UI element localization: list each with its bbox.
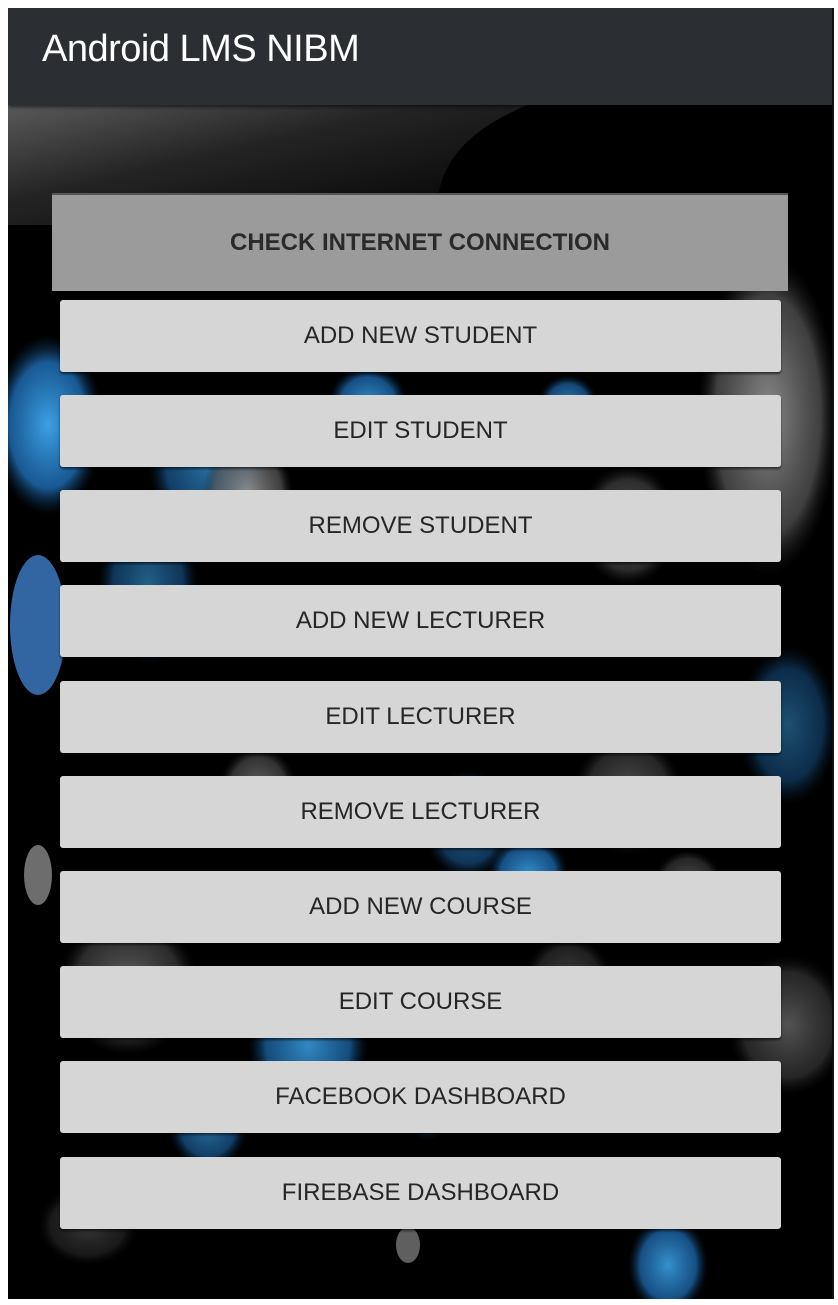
remove-student-button[interactable]: REMOVE STUDENT — [60, 490, 781, 562]
edit-student-label: EDIT STUDENT — [333, 417, 508, 444]
add-new-student-button[interactable]: ADD NEW STUDENT — [60, 300, 781, 372]
edit-student-button[interactable]: EDIT STUDENT — [60, 395, 781, 467]
facebook-dashboard-button[interactable]: FACEBOOK DASHBOARD — [60, 1061, 781, 1133]
remove-student-label: REMOVE STUDENT — [308, 512, 533, 539]
edit-course-label: EDIT COURSE — [338, 988, 503, 1015]
firebase-dashboard-label: FIREBASE DASHBOARD — [281, 1179, 560, 1206]
add-new-lecturer-label: ADD NEW LECTURER — [295, 607, 546, 634]
edit-course-button[interactable]: EDIT COURSE — [60, 966, 781, 1038]
edit-lecturer-button[interactable]: EDIT LECTURER — [60, 681, 781, 753]
add-new-lecturer-button[interactable]: ADD NEW LECTURER — [60, 585, 781, 657]
phone-screen: Android LMS NIBM CHECK INTERNET CONNECTI… — [8, 8, 834, 1299]
firebase-dashboard-button[interactable]: FIREBASE DASHBOARD — [60, 1157, 781, 1229]
remove-lecturer-label: REMOVE LECTURER — [300, 798, 541, 825]
add-new-course-button[interactable]: ADD NEW COURSE — [60, 871, 781, 943]
facebook-dashboard-label: FACEBOOK DASHBOARD — [275, 1083, 566, 1110]
check-internet-connection-label: CHECK INTERNET CONNECTION — [229, 229, 610, 256]
app-bar: Android LMS NIBM — [8, 8, 832, 105]
add-new-course-label: ADD NEW COURSE — [309, 893, 532, 920]
remove-lecturer-button[interactable]: REMOVE LECTURER — [60, 776, 781, 848]
app-title: Android LMS NIBM — [42, 28, 360, 70]
edit-lecturer-label: EDIT LECTURER — [325, 703, 516, 730]
add-new-student-label: ADD NEW STUDENT — [303, 322, 538, 349]
check-internet-connection-button[interactable]: CHECK INTERNET CONNECTION — [52, 193, 788, 291]
